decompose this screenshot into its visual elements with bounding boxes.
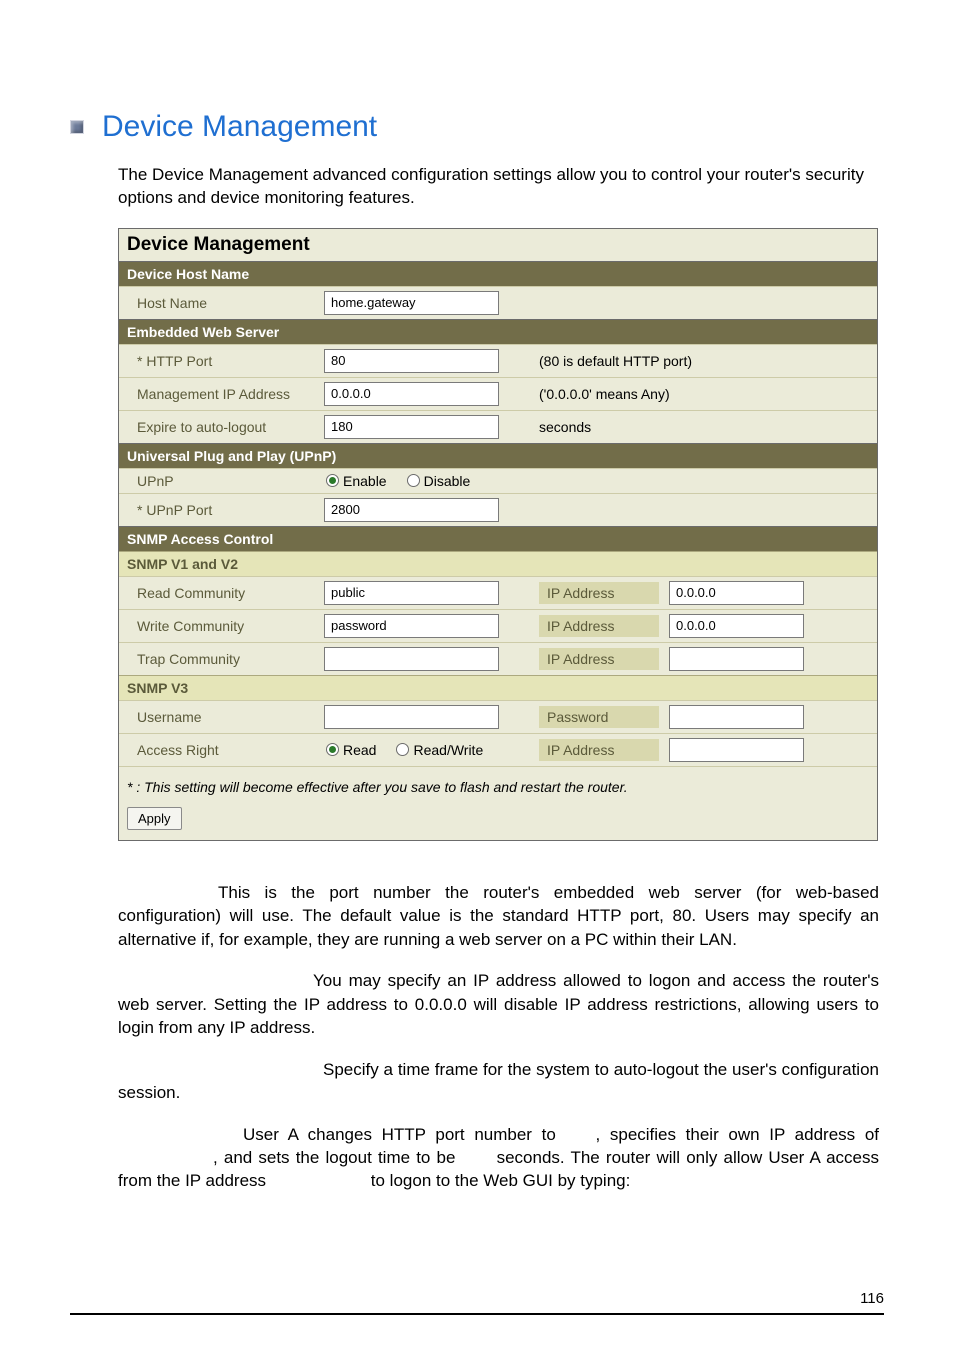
section-bullet xyxy=(70,120,84,134)
snmp-password-label: Password xyxy=(539,706,659,728)
device-management-panel: Device Management Device Host Name Host … xyxy=(118,228,878,841)
radio-icon xyxy=(396,743,409,756)
http-port-label: * HTTP Port xyxy=(119,353,324,369)
apply-button[interactable]: Apply xyxy=(127,807,182,830)
example-desc: User A changes HTTP port number to , spe… xyxy=(118,1123,879,1193)
host-name-row: Host Name xyxy=(119,286,877,319)
access-readwrite-radio[interactable]: Read/Write xyxy=(396,742,483,758)
upnp-disable-radio[interactable]: Disable xyxy=(407,473,471,489)
access-right-row: Access Right Read Read/Write IP Address xyxy=(119,733,877,766)
http-port-input[interactable] xyxy=(324,349,499,373)
upnp-enable-radio[interactable]: Enable xyxy=(326,473,387,489)
read-community-row: Read Community IP Address xyxy=(119,576,877,609)
snmp-v12-header: SNMP V1 and V2 xyxy=(119,551,877,576)
radio-icon xyxy=(326,743,339,756)
web-section-header: Embedded Web Server xyxy=(119,319,877,344)
write-community-input[interactable] xyxy=(324,614,499,638)
host-name-input[interactable] xyxy=(324,291,499,315)
expire-row: Expire to auto-logout seconds xyxy=(119,410,877,443)
access-read-label: Read xyxy=(343,742,376,758)
footnote: * : This setting will become effective a… xyxy=(119,766,877,799)
snmp-v3-header: SNMP V3 xyxy=(119,675,877,700)
write-community-row: Write Community IP Address xyxy=(119,609,877,642)
expire-hint: seconds xyxy=(539,419,877,435)
trap-ip-input[interactable] xyxy=(669,647,804,671)
access-right-label: Access Right xyxy=(119,742,324,758)
write-ip-label: IP Address xyxy=(539,615,659,637)
trap-ip-label: IP Address xyxy=(539,648,659,670)
host-section-header: Device Host Name xyxy=(119,261,877,286)
upnp-port-row: * UPnP Port xyxy=(119,493,877,526)
mgmt-ip-row: Management IP Address ('0.0.0.0' means A… xyxy=(119,377,877,410)
upnp-row: UPnP Enable Disable xyxy=(119,468,877,493)
read-community-label: Read Community xyxy=(119,585,324,601)
upnp-enable-label: Enable xyxy=(343,473,387,489)
read-ip-input[interactable] xyxy=(669,581,804,605)
mgmt-ip-desc: You may specify an IP address allowed to… xyxy=(118,969,879,1039)
read-ip-label: IP Address xyxy=(539,582,659,604)
mgmt-ip-input[interactable] xyxy=(324,382,499,406)
mgmt-ip-hint: ('0.0.0.0' means Any) xyxy=(539,386,877,402)
upnp-section-header: Universal Plug and Play (UPnP) xyxy=(119,443,877,468)
access-ip-label: IP Address xyxy=(539,739,659,761)
trap-community-row: Trap Community IP Address xyxy=(119,642,877,675)
panel-title: Device Management xyxy=(119,229,877,261)
http-port-desc: This is the port number the router's emb… xyxy=(118,881,879,951)
http-port-hint: (80 is default HTTP port) xyxy=(539,353,877,369)
footer-rule xyxy=(70,1313,884,1315)
snmp-username-input[interactable] xyxy=(324,705,499,729)
page-title: Device Management xyxy=(102,110,377,144)
trap-community-label: Trap Community xyxy=(119,651,324,667)
snmp-password-input[interactable] xyxy=(669,705,804,729)
upnp-port-input[interactable] xyxy=(324,498,499,522)
page-number: 116 xyxy=(860,1290,884,1307)
description-text: This is the port number the router's emb… xyxy=(118,881,879,1193)
upnp-label: UPnP xyxy=(119,473,324,489)
access-read-radio[interactable]: Read xyxy=(326,742,376,758)
snmp-username-row: Username Password xyxy=(119,700,877,733)
expire-input[interactable] xyxy=(324,415,499,439)
write-ip-input[interactable] xyxy=(669,614,804,638)
snmp-section-header: SNMP Access Control xyxy=(119,526,877,551)
access-ip-input[interactable] xyxy=(669,738,804,762)
write-community-label: Write Community xyxy=(119,618,324,634)
expire-desc: Specify a time frame for the system to a… xyxy=(118,1058,879,1105)
snmp-username-label: Username xyxy=(119,709,324,725)
upnp-disable-label: Disable xyxy=(424,473,471,489)
upnp-port-label: * UPnP Port xyxy=(119,502,324,518)
intro-text: The Device Management advanced configura… xyxy=(118,164,884,210)
expire-label: Expire to auto-logout xyxy=(119,419,324,435)
read-community-input[interactable] xyxy=(324,581,499,605)
radio-icon xyxy=(326,474,339,487)
access-readwrite-label: Read/Write xyxy=(413,742,483,758)
host-name-label: Host Name xyxy=(119,295,324,311)
radio-icon xyxy=(407,474,420,487)
trap-community-input[interactable] xyxy=(324,647,499,671)
mgmt-ip-label: Management IP Address xyxy=(119,386,324,402)
http-port-row: * HTTP Port (80 is default HTTP port) xyxy=(119,344,877,377)
